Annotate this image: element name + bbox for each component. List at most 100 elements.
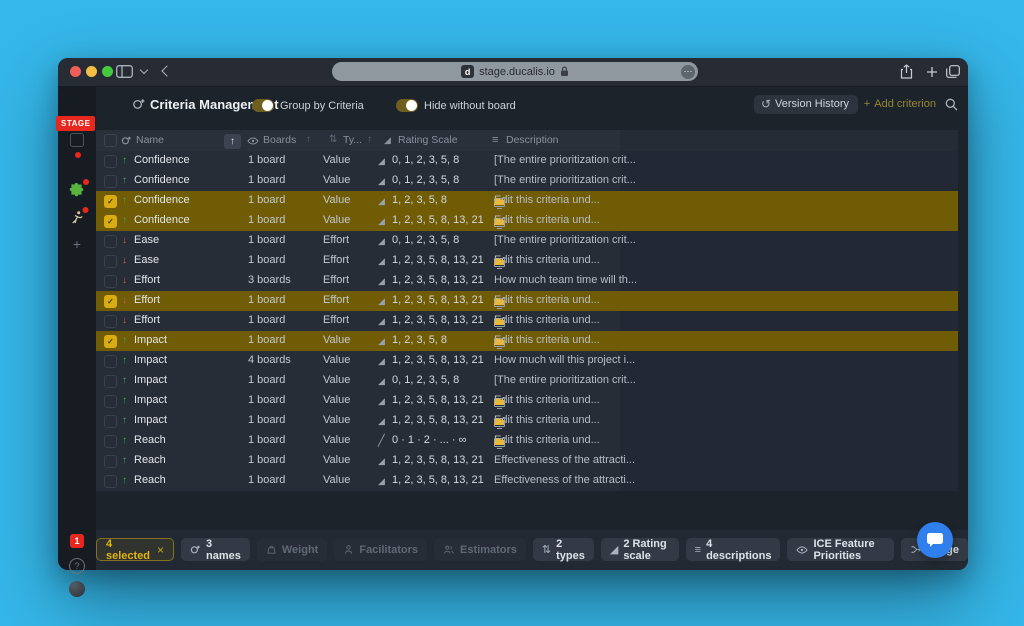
criterion-name[interactable]: Reach xyxy=(134,474,166,486)
weight-chip[interactable]: Weight xyxy=(257,538,327,561)
criterion-boards: 1 board xyxy=(248,294,285,306)
row-checkbox[interactable] xyxy=(104,395,117,408)
criterion-name[interactable]: Impact xyxy=(134,334,167,346)
criterion-name[interactable]: Ease xyxy=(134,254,159,266)
user-avatar[interactable] xyxy=(69,581,85,597)
page-actions-button[interactable]: ⋯ xyxy=(681,65,695,79)
notification-badge[interactable]: 1 xyxy=(70,534,84,548)
group-by-criteria-toggle[interactable] xyxy=(252,99,274,112)
criterion-name[interactable]: Impact xyxy=(134,374,167,386)
table-row[interactable]: ↓ Ease 1 board Effort ◢ 0, 1, 2, 3, 5, 8… xyxy=(96,231,958,251)
search-icon[interactable] xyxy=(945,98,958,111)
criterion-name[interactable]: Impact xyxy=(134,354,167,366)
chat-widget-button[interactable] xyxy=(917,522,953,558)
criterion-name[interactable]: Confidence xyxy=(134,194,190,206)
4-descriptions-chip[interactable]: ≡4 descriptions xyxy=(686,538,781,561)
row-checkbox[interactable] xyxy=(104,315,117,328)
row-checkbox[interactable] xyxy=(104,255,117,268)
chevron-down-icon[interactable] xyxy=(140,66,148,74)
close-icon[interactable]: × xyxy=(157,543,164,557)
row-checkbox[interactable]: ✓ xyxy=(104,295,117,308)
tab-overview-icon[interactable] xyxy=(946,65,960,78)
criterion-name[interactable]: Effort xyxy=(134,294,160,306)
table-row[interactable]: ✓ ↑ Confidence 1 board Value ◢ 1, 2, 3, … xyxy=(96,191,958,211)
table-row[interactable]: ✓ ↑ Confidence 1 board Value ◢ 1, 2, 3, … xyxy=(96,211,958,231)
boards-sort-icon[interactable]: ↑ xyxy=(306,134,311,145)
back-button[interactable] xyxy=(161,65,172,76)
criterion-name[interactable]: Reach xyxy=(134,434,166,446)
add-criterion-button[interactable]: +Add criterion xyxy=(864,98,936,110)
rating-scale-icon: ◢ xyxy=(378,376,385,387)
3-names-chip[interactable]: 3 names xyxy=(181,538,250,561)
table-row[interactable]: ↑ Impact 1 board Value ◢ 1, 2, 3, 5, 8, … xyxy=(96,411,958,431)
table-row[interactable]: ✓ ↓ Effort 1 board Effort ◢ 1, 2, 3, 5, … xyxy=(96,291,958,311)
select-all-checkbox[interactable] xyxy=(104,134,117,147)
criterion-name[interactable]: Ease xyxy=(134,234,159,246)
integrations-puzzle-icon[interactable] xyxy=(69,182,85,203)
2-types-chip[interactable]: ⇅2 types xyxy=(533,538,594,561)
row-checkbox[interactable] xyxy=(104,355,117,368)
table-row[interactable]: ↑ Impact 4 boards Value ◢ 1, 2, 3, 5, 8,… xyxy=(96,351,958,371)
criteria-icon xyxy=(132,97,146,111)
row-checkbox[interactable] xyxy=(104,435,117,448)
criterion-name[interactable]: Confidence xyxy=(134,174,190,186)
row-checkbox[interactable] xyxy=(104,455,117,468)
table-row[interactable]: ↓ Ease 1 board Effort ◢ 1, 2, 3, 5, 8, 1… xyxy=(96,251,958,271)
table-row[interactable]: ↑ Reach 1 board Value ╱ 0 · 1 · 2 · ... … xyxy=(96,431,958,451)
column-header-description[interactable]: Description xyxy=(506,134,559,146)
add-workspace-icon[interactable]: + xyxy=(73,236,81,252)
table-row[interactable]: ↑ Confidence 1 board Value ◢ 0, 1, 2, 3,… xyxy=(96,151,958,171)
row-checkbox[interactable]: ✓ xyxy=(104,215,117,228)
hide-without-board-toggle[interactable] xyxy=(396,99,418,112)
criteria-icon xyxy=(121,135,132,146)
4-selected-chip[interactable]: 4 selected× xyxy=(96,538,174,561)
zoom-window-button[interactable] xyxy=(102,66,113,77)
ice-feature-priorities-chip[interactable]: ICE Feature Priorities xyxy=(787,538,893,561)
row-checkbox[interactable] xyxy=(104,175,117,188)
2-rating-scale-chip[interactable]: ◢2 Rating scale xyxy=(601,538,679,561)
estimators-chip[interactable]: Estimators xyxy=(434,538,526,561)
version-history-button[interactable]: ↺Version History xyxy=(754,95,858,114)
share-icon[interactable] xyxy=(900,64,913,79)
facilitators-chip[interactable]: Facilitators xyxy=(334,538,427,561)
row-checkbox[interactable] xyxy=(104,375,117,388)
row-checkbox[interactable]: ✓ xyxy=(104,195,117,208)
column-header-type[interactable]: Ty... xyxy=(343,134,362,146)
row-checkbox[interactable] xyxy=(104,235,117,248)
name-sort-button[interactable]: ↑ xyxy=(224,134,241,149)
table-row[interactable]: ↑ Reach 1 board Value ◢ 1, 2, 3, 5, 8, 1… xyxy=(96,451,958,471)
row-checkbox[interactable] xyxy=(104,415,117,428)
column-header-name[interactable]: Name xyxy=(136,134,164,146)
criterion-name[interactable]: Confidence xyxy=(134,214,190,226)
criterion-name[interactable]: Impact xyxy=(134,394,167,406)
new-tab-icon[interactable] xyxy=(926,66,938,78)
chip-label: ICE Feature Priorities xyxy=(813,538,884,562)
minimize-window-button[interactable] xyxy=(86,66,97,77)
criterion-name[interactable]: Effort xyxy=(134,314,160,326)
criterion-name[interactable]: Effort xyxy=(134,274,160,286)
help-icon[interactable]: ? xyxy=(69,558,85,574)
row-checkbox[interactable]: ✓ xyxy=(104,335,117,348)
type-sort-icon[interactable]: ↑ xyxy=(367,134,372,145)
sidebar-panel-icon[interactable] xyxy=(116,65,133,78)
table-row[interactable]: ↓ Effort 3 boards Effort ◢ 1, 2, 3, 5, 8… xyxy=(96,271,958,291)
criterion-name[interactable]: Impact xyxy=(134,414,167,426)
table-row[interactable]: ↑ Impact 1 board Value ◢ 1, 2, 3, 5, 8, … xyxy=(96,391,958,411)
column-header-rating[interactable]: Rating Scale xyxy=(398,134,458,146)
activity-runner-icon[interactable] xyxy=(70,210,85,230)
table-row[interactable]: ↓ Effort 1 board Effort ◢ 1, 2, 3, 5, 8,… xyxy=(96,311,958,331)
table-row[interactable]: ↑ Impact 1 board Value ◢ 0, 1, 2, 3, 5, … xyxy=(96,371,958,391)
row-checkbox[interactable] xyxy=(104,475,117,488)
criterion-boards: 1 board xyxy=(248,474,285,486)
row-checkbox[interactable] xyxy=(104,275,117,288)
address-bar[interactable]: d stage.ducalis.io ⋯ xyxy=(332,62,698,81)
criterion-name[interactable]: Reach xyxy=(134,454,166,466)
table-row[interactable]: ↑ Reach 1 board Value ◢ 1, 2, 3, 5, 8, 1… xyxy=(96,471,958,491)
table-row[interactable]: ↑ Confidence 1 board Value ◢ 0, 1, 2, 3,… xyxy=(96,171,958,191)
criterion-name[interactable]: Confidence xyxy=(134,154,190,166)
row-checkbox[interactable] xyxy=(104,155,117,168)
column-header-boards[interactable]: Boards xyxy=(263,134,296,146)
table-row[interactable]: ✓ ↑ Impact 1 board Value ◢ 1, 2, 3, 5, 8… xyxy=(96,331,958,351)
close-window-button[interactable] xyxy=(70,66,81,77)
workspace-logo-icon[interactable] xyxy=(70,133,84,147)
